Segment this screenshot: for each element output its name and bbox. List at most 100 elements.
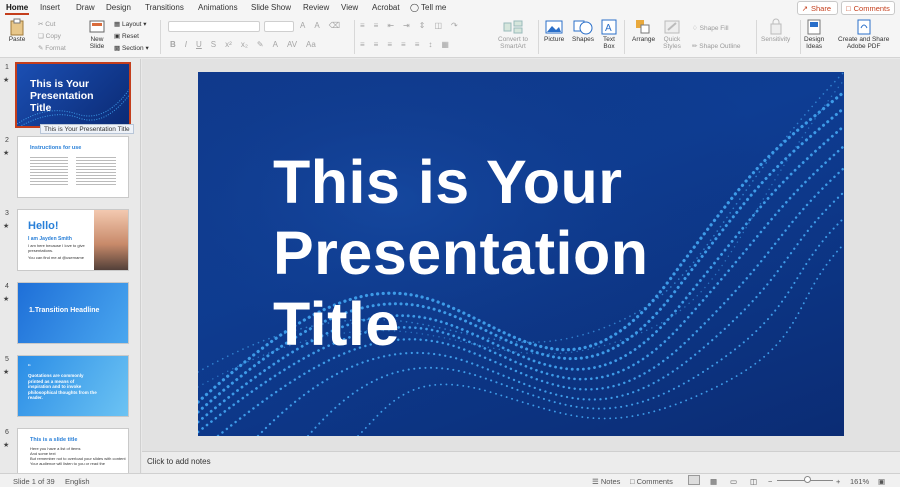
section-button[interactable]: ▩ Section ▾	[114, 44, 149, 52]
thumbnail-title: This is a slide title	[30, 437, 78, 443]
create-share-pdf-button[interactable]: Create and Share Adobe PDF	[838, 18, 889, 50]
smartart-icon[interactable]: ▦	[441, 40, 449, 49]
tell-me-search[interactable]: ◯ Tell me	[410, 3, 446, 12]
font-color-icon[interactable]: A	[273, 40, 278, 49]
highlight-icon[interactable]: ✎	[257, 40, 264, 49]
sensitivity-icon	[770, 18, 782, 35]
slide-thumbnail-4[interactable]: 1.Transition Headline	[17, 282, 129, 344]
animation-star-icon: ★	[3, 296, 10, 303]
normal-view-button[interactable]	[688, 475, 700, 485]
clipboard-icon	[10, 18, 24, 36]
align-right-icon[interactable]: ≡	[387, 40, 392, 49]
active-tab-indicator	[5, 13, 29, 15]
font-name-select[interactable]	[168, 21, 260, 32]
justify-icon[interactable]: ≡	[401, 40, 406, 49]
tab-acrobat[interactable]: Acrobat	[372, 3, 400, 12]
tab-draw[interactable]: Draw	[76, 3, 95, 12]
reset-label: Reset	[121, 33, 139, 40]
share-button[interactable]: ↗ Share	[796, 1, 838, 15]
arrange-label: Arrange	[632, 36, 656, 43]
tab-slide-show[interactable]: Slide Show	[251, 3, 291, 12]
reset-button[interactable]: ▣ Reset	[114, 32, 139, 40]
tab-home[interactable]: Home	[6, 3, 28, 12]
bullets-icon[interactable]: ≡	[360, 21, 365, 30]
zoom-slider-thumb[interactable]	[804, 476, 811, 483]
bold-icon[interactable]: B	[170, 40, 176, 49]
reading-view-icon[interactable]: ▭	[730, 477, 737, 486]
tab-view[interactable]: View	[341, 3, 358, 12]
paste-button[interactable]: Paste	[8, 18, 26, 43]
text-direction-icon[interactable]: ↷	[451, 21, 458, 30]
zoom-level[interactable]: 161%	[850, 477, 869, 486]
slide-thumbnail-3[interactable]: Hello! I am Jayden Smith I am here becau…	[17, 209, 129, 271]
superscript-icon[interactable]: x²	[225, 40, 232, 49]
copy-button[interactable]: ❏ Copy	[38, 32, 61, 40]
slide-thumbnail-5[interactable]: “ Quotations are commonly printed as a m…	[17, 355, 129, 417]
fit-to-window-icon[interactable]: ▣	[878, 477, 885, 486]
arrange-button[interactable]: Arrange	[632, 18, 655, 43]
decrease-indent-icon[interactable]: ⇤	[387, 21, 394, 30]
text-box-button[interactable]: A Text Box	[600, 18, 618, 50]
language-indicator[interactable]: English	[65, 477, 90, 486]
shrink-font-icon[interactable]: A	[314, 21, 319, 30]
comment-icon: □	[846, 3, 851, 13]
shape-fill-button[interactable]: ♢ Shape Fill	[692, 24, 729, 32]
slide-title[interactable]: This is Your Presentation Title	[273, 147, 649, 360]
slide-thumbnail-2[interactable]: Instructions for use	[17, 136, 129, 198]
font-size-select[interactable]	[264, 21, 294, 32]
quick-styles-button[interactable]: Quick Styles	[662, 18, 682, 50]
char-spacing-icon[interactable]: AV	[287, 40, 297, 49]
slideshow-view-icon[interactable]: ◫	[750, 477, 757, 486]
title-line: Presentation	[273, 219, 649, 287]
comments-label: Comments	[853, 3, 890, 13]
strikethrough-icon[interactable]: S	[211, 40, 216, 49]
numbering-icon[interactable]: ≡	[374, 21, 379, 30]
design-ideas-button[interactable]: Design Ideas	[804, 18, 824, 50]
increase-indent-icon[interactable]: ⇥	[403, 21, 410, 30]
change-case-icon[interactable]: Aa	[306, 40, 316, 49]
format-painter-button[interactable]: ✎ Format	[38, 44, 66, 52]
slide-thumbnail-1[interactable]: This is Your Presentation Title	[15, 62, 131, 128]
zoom-out-icon[interactable]: −	[768, 477, 772, 486]
shape-outline-button[interactable]: ✏ Shape Outline	[692, 42, 740, 50]
subscript-icon[interactable]: x₂	[241, 40, 248, 49]
slide-thumbnail-panel[interactable]: 1 ★ This is Your Presentation Title This…	[0, 59, 141, 473]
comments-toggle[interactable]: □ Comments	[630, 477, 673, 486]
align-left-icon[interactable]: ≡	[360, 40, 365, 49]
picture-button[interactable]: Picture	[544, 18, 564, 43]
zoom-in-icon[interactable]: +	[836, 477, 840, 486]
new-slide-label: New Slide	[89, 36, 105, 50]
notes-pane[interactable]: Click to add notes	[142, 451, 900, 473]
shapes-button[interactable]: Shapes	[572, 18, 594, 43]
line-spacing-icon[interactable]: ⇕	[419, 21, 426, 30]
tab-design[interactable]: Design	[106, 3, 131, 12]
animation-star-icon: ★	[3, 77, 10, 84]
picture-label: Picture	[544, 36, 565, 43]
slide-sorter-icon[interactable]: ▦	[710, 477, 717, 486]
layout-button[interactable]: ▦ Layout ▾	[114, 20, 147, 28]
comments-button[interactable]: □ Comments	[841, 1, 895, 15]
tab-insert[interactable]: Insert	[40, 3, 60, 12]
grow-font-icon[interactable]: A	[300, 21, 305, 30]
underline-icon[interactable]: U	[196, 40, 202, 49]
slide-thumbnail-6[interactable]: This is a slide title Here you have a li…	[17, 428, 129, 473]
tab-review[interactable]: Review	[303, 3, 329, 12]
distribute-icon[interactable]: ≡	[415, 40, 420, 49]
new-slide-button[interactable]: New Slide	[88, 18, 106, 50]
tab-transitions[interactable]: Transitions	[145, 3, 184, 12]
quick-styles-icon	[664, 20, 680, 34]
current-slide[interactable]: This is Your Presentation Title	[198, 72, 844, 436]
person-photo	[94, 210, 128, 270]
svg-text:A: A	[605, 23, 612, 34]
convert-smartart-button[interactable]: Convert to SmartArt	[498, 18, 528, 50]
clear-format-icon[interactable]: ⌫	[329, 21, 340, 30]
cut-button[interactable]: ✂ Cut	[38, 20, 55, 28]
notes-toggle[interactable]: ☰ Notes	[592, 477, 620, 486]
align-center-icon[interactable]: ≡	[374, 40, 379, 49]
sensitivity-button[interactable]: Sensitivity	[761, 18, 790, 43]
ribbon-divider	[160, 20, 161, 54]
align-text-icon[interactable]: ↕	[428, 40, 432, 49]
tab-animations[interactable]: Animations	[198, 3, 238, 12]
italic-icon[interactable]: I	[185, 40, 187, 49]
columns-icon[interactable]: ◫	[434, 21, 442, 30]
